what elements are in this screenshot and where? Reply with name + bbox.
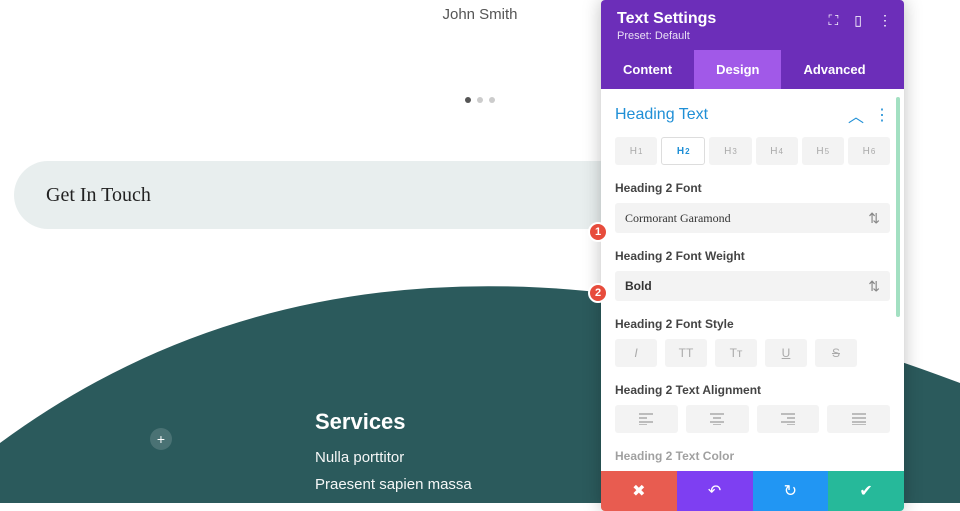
callout-badge-1: 1 bbox=[588, 222, 608, 242]
style-label: Heading 2 Font Style bbox=[615, 317, 890, 331]
more-icon[interactable]: ⋮ bbox=[878, 12, 892, 29]
italic-button[interactable]: I bbox=[615, 339, 657, 367]
save-button[interactable]: ✔ bbox=[828, 471, 904, 511]
undo-icon: ↶ bbox=[708, 481, 721, 501]
text-align-buttons bbox=[615, 405, 890, 433]
heading-tab-h6[interactable]: H6 bbox=[848, 137, 890, 165]
section-heading-text[interactable]: Heading Text bbox=[615, 106, 708, 124]
underline-button[interactable]: U bbox=[765, 339, 807, 367]
heading-level-tabs: H1 H2 H3 H4 H5 H6 bbox=[615, 137, 890, 165]
tab-design[interactable]: Design bbox=[694, 50, 781, 89]
align-center-button[interactable] bbox=[686, 405, 749, 433]
panel-header[interactable]: Text Settings Preset: Default ⛶ ▯ ⋮ bbox=[601, 0, 904, 50]
smallcaps-button[interactable]: Tᴛ bbox=[715, 339, 757, 367]
service-link-2[interactable]: Praesent sapien massa bbox=[315, 476, 472, 493]
cancel-button[interactable]: ✖ bbox=[601, 471, 677, 511]
panel-body: Heading Text ︿ ⋮ H1 H2 H3 H4 H5 H6 Headi… bbox=[601, 89, 904, 471]
carousel-dots bbox=[465, 97, 495, 103]
add-module-button[interactable]: + bbox=[150, 428, 172, 450]
tab-advanced[interactable]: Advanced bbox=[781, 50, 887, 89]
font-label: Heading 2 Font bbox=[615, 181, 890, 195]
uppercase-button[interactable]: TT bbox=[665, 339, 707, 367]
get-in-touch-heading: Get In Touch bbox=[46, 184, 151, 207]
carousel-dot-1[interactable] bbox=[465, 97, 471, 103]
align-justify-button[interactable] bbox=[827, 405, 890, 433]
section-more-icon[interactable]: ⋮ bbox=[874, 105, 890, 125]
undo-button[interactable]: ↶ bbox=[677, 471, 753, 511]
panel-tabs: Content Design Advanced bbox=[601, 50, 904, 89]
check-icon: ✔ bbox=[859, 481, 872, 501]
heading-tab-h1[interactable]: H1 bbox=[615, 137, 657, 165]
weight-select-value: Bold bbox=[625, 279, 652, 293]
close-icon: ✖ bbox=[632, 481, 645, 501]
snap-icon[interactable]: ▯ bbox=[854, 12, 862, 29]
chevron-updown-icon: ⇅ bbox=[868, 213, 880, 223]
redo-button[interactable]: ↻ bbox=[753, 471, 829, 511]
tab-content[interactable]: Content bbox=[601, 50, 694, 89]
font-select[interactable]: Cormorant Garamond ⇅ bbox=[615, 203, 890, 233]
plus-icon: + bbox=[157, 431, 165, 447]
heading-tab-h2[interactable]: H2 bbox=[661, 137, 705, 165]
panel-action-bar: ✖ ↶ ↻ ✔ bbox=[601, 471, 904, 511]
font-style-buttons: I TT Tᴛ U S bbox=[615, 339, 890, 367]
services-column: Services Nulla porttitor Praesent sapien… bbox=[315, 409, 472, 503]
heading-tab-h3[interactable]: H3 bbox=[709, 137, 751, 165]
carousel-dot-3[interactable] bbox=[489, 97, 495, 103]
collapse-icon[interactable]: ︿ bbox=[848, 103, 864, 127]
service-link-1[interactable]: Nulla porttitor bbox=[315, 449, 472, 466]
text-settings-panel: Text Settings Preset: Default ⛶ ▯ ⋮ Cont… bbox=[601, 0, 904, 511]
color-label: Heading 2 Text Color bbox=[615, 449, 890, 463]
align-left-button[interactable] bbox=[615, 405, 678, 433]
redo-icon: ↻ bbox=[784, 481, 797, 501]
expand-icon[interactable]: ⛶ bbox=[828, 12, 838, 29]
weight-select[interactable]: Bold ⇅ bbox=[615, 271, 890, 301]
heading-tab-h4[interactable]: H4 bbox=[756, 137, 798, 165]
weight-label: Heading 2 Font Weight bbox=[615, 249, 890, 263]
carousel-dot-2[interactable] bbox=[477, 97, 483, 103]
panel-preset[interactable]: Preset: Default bbox=[617, 30, 888, 42]
chevron-updown-icon: ⇅ bbox=[868, 281, 880, 291]
services-heading: Services bbox=[315, 409, 472, 435]
strikethrough-button[interactable]: S bbox=[815, 339, 857, 367]
font-select-value: Cormorant Garamond bbox=[625, 211, 731, 226]
callout-badge-2: 2 bbox=[588, 283, 608, 303]
align-right-button[interactable] bbox=[757, 405, 820, 433]
heading-tab-h5[interactable]: H5 bbox=[802, 137, 844, 165]
align-label: Heading 2 Text Alignment bbox=[615, 383, 890, 397]
author-name: John Smith bbox=[442, 6, 517, 23]
